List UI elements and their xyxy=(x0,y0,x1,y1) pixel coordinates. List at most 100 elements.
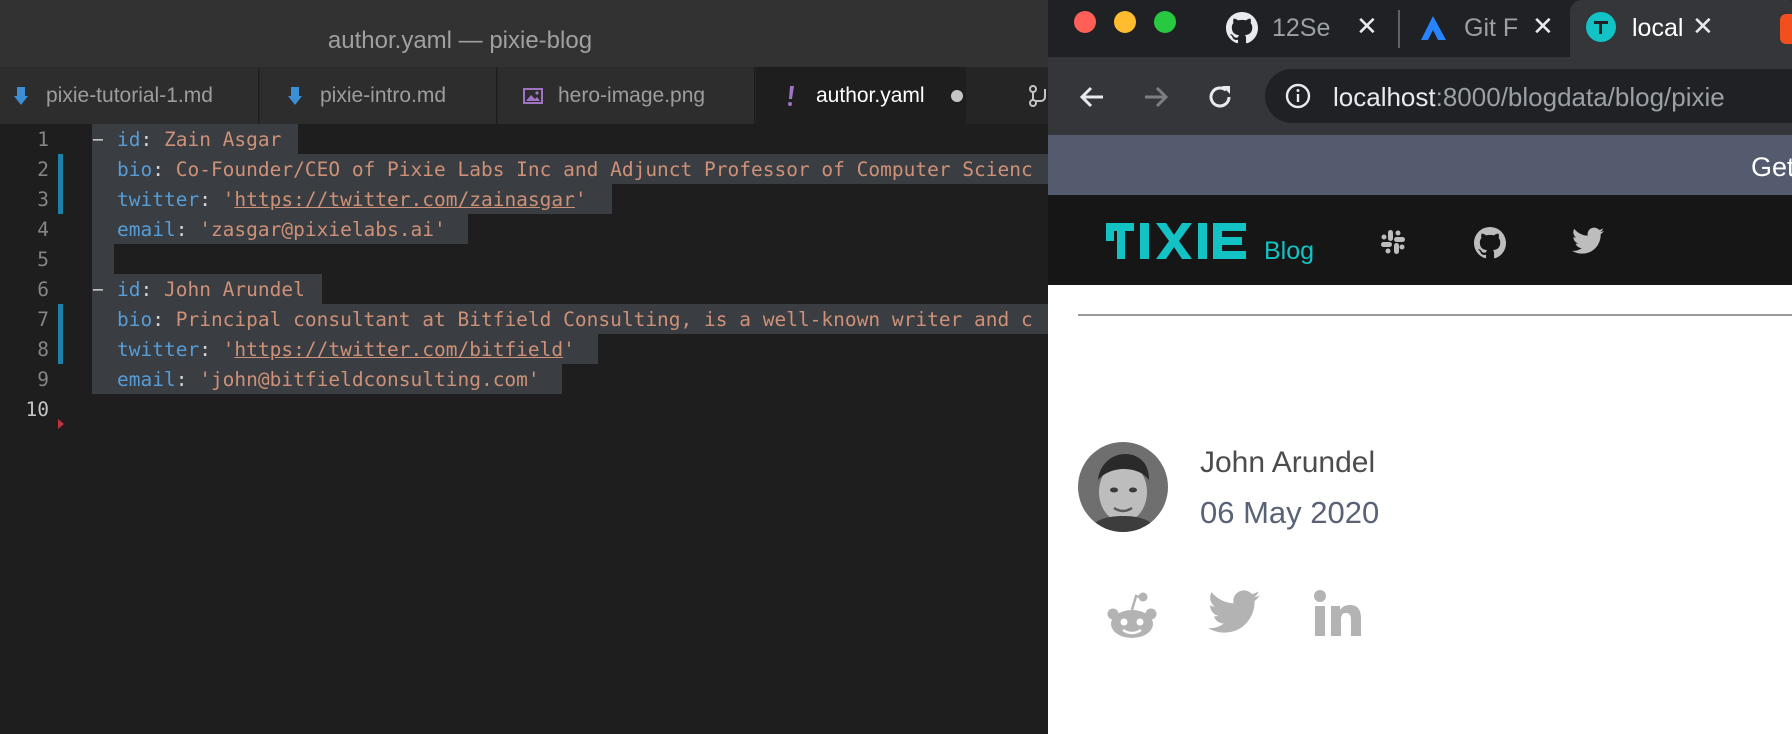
yaml-key: twitter xyxy=(117,188,200,211)
slack-icon[interactable] xyxy=(1378,227,1408,257)
yaml-entry: bio: Co-Founder/CEO of Pixie Labs Inc an… xyxy=(117,158,1033,181)
github-icon[interactable] xyxy=(1474,227,1507,259)
close-tab-icon[interactable]: ✕ xyxy=(1356,11,1378,42)
yaml-icon xyxy=(780,85,802,107)
atlassian-icon xyxy=(1420,14,1448,49)
tab-title: 12Se xyxy=(1272,14,1331,42)
site-info-icon[interactable] xyxy=(1285,83,1311,114)
code-line[interactable]: 8 twitter: 'https://twitter.com/bitfield… xyxy=(0,334,1048,364)
yaml-entry: email: 'zasgar@pixielabs.ai' xyxy=(117,218,446,241)
yaml-value: Co-Founder/CEO of Pixie Labs Inc and Adj… xyxy=(175,158,1033,181)
tab-title: Git F xyxy=(1464,14,1519,42)
figma-tab-icon[interactable] xyxy=(1780,14,1792,44)
yaml-link[interactable]: https://twitter.com/bitfield xyxy=(234,338,563,361)
announcement-banner[interactable]: Get xyxy=(1048,135,1792,195)
linkedin-icon[interactable] xyxy=(1314,590,1366,642)
line-number: 8 xyxy=(37,338,49,361)
line-number: 10 xyxy=(25,398,49,421)
yaml-entry: twitter: 'https://twitter.com/bitfield' xyxy=(117,338,575,361)
line-number: 6 xyxy=(37,278,49,301)
editor-tab-bar: pixie-tutorial-1.md pixie-intro.md hero-… xyxy=(0,67,1048,124)
close-tab-icon[interactable]: ✕ xyxy=(1532,11,1554,42)
browser-tab-localhost[interactable]: local ✕ xyxy=(1570,0,1792,57)
url-host: localhost xyxy=(1333,82,1436,112)
content-divider xyxy=(1078,314,1792,316)
fold-marker-icon[interactable]: − xyxy=(92,128,104,151)
close-window-button[interactable] xyxy=(1074,11,1096,33)
yaml-key: bio xyxy=(117,308,153,331)
code-line[interactable]: 4 email: 'zasgar@pixielabs.ai' xyxy=(0,214,1048,244)
line-number: 7 xyxy=(37,308,49,331)
yaml-value: Principal consultant at Bitfield Consult… xyxy=(175,308,1033,331)
code-line[interactable]: 5 xyxy=(0,244,1048,274)
reddit-icon[interactable] xyxy=(1106,590,1158,642)
close-tab-icon[interactable]: ✕ xyxy=(1692,11,1714,42)
yaml-entry: bio: Principal consultant at Bitfield Co… xyxy=(117,308,1033,331)
code-line[interactable]: 2 bio: Co-Founder/CEO of Pixie Labs Inc … xyxy=(0,154,1048,184)
yaml-entry: id: Zain Asgar xyxy=(117,128,282,151)
yaml-entry: id: John Arundel xyxy=(117,278,305,301)
tab-pixie-intro[interactable]: pixie-intro.md xyxy=(260,67,497,124)
browser-window: 12Se ✕ Git F ✕ local ✕ localhost:8000/bl… xyxy=(1048,0,1792,734)
publish-date: 06 May 2020 xyxy=(1200,495,1380,530)
tab-author-yaml[interactable]: author.yaml xyxy=(756,67,966,124)
yaml-entry: twitter: 'https://twitter.com/zainasgar' xyxy=(117,188,587,211)
code-area[interactable]: 1 − id: Zain Asgar 2 bio: Co-Founder/CEO… xyxy=(0,124,1048,734)
yaml-key: id xyxy=(117,128,141,151)
author-avatar xyxy=(1078,442,1168,532)
browser-toolbar: localhost:8000/blogdata/blog/pixie xyxy=(1048,57,1792,135)
yaml-link[interactable]: https://twitter.com/zainasgar xyxy=(234,188,574,211)
line-number: 9 xyxy=(37,368,49,391)
tab-label: pixie-tutorial-1.md xyxy=(46,83,213,107)
fold-marker-icon[interactable]: − xyxy=(92,278,104,301)
tab-label: author.yaml xyxy=(816,83,925,107)
browser-tab-github[interactable]: 12Se ✕ xyxy=(1226,0,1416,57)
pixie-logo[interactable] xyxy=(1106,221,1246,266)
announcement-text: Get xyxy=(1751,152,1792,182)
code-line[interactable]: 10 xyxy=(0,394,1048,429)
code-line[interactable]: 6 − id: John Arundel xyxy=(0,274,1048,304)
reload-button[interactable] xyxy=(1202,79,1238,115)
forward-button[interactable] xyxy=(1138,79,1174,115)
tab-hero-image[interactable]: hero-image.png xyxy=(498,67,755,124)
author-name[interactable]: John Arundel xyxy=(1200,446,1375,480)
image-icon xyxy=(522,87,544,104)
maximize-window-button[interactable] xyxy=(1154,11,1176,33)
pixie-favicon-icon xyxy=(1586,12,1616,49)
selection-highlight xyxy=(92,244,114,274)
tab-pixie-tutorial-1[interactable]: pixie-tutorial-1.md xyxy=(0,67,259,124)
back-button[interactable] xyxy=(1074,79,1110,115)
code-editor-window: author.yaml — pixie-blog pixie-tutorial-… xyxy=(0,0,1048,734)
yaml-key: twitter xyxy=(117,338,200,361)
browser-tab-atlassian[interactable]: Git F ✕ xyxy=(1410,0,1595,57)
line-number: 4 xyxy=(37,218,49,241)
tab-label: hero-image.png xyxy=(558,83,706,107)
yaml-value: john@bitfieldconsulting.com xyxy=(210,368,528,391)
code-line[interactable]: 1 − id: Zain Asgar xyxy=(0,124,1048,154)
markdown-icon xyxy=(284,86,306,105)
markdown-icon xyxy=(10,86,32,105)
twitter-icon[interactable] xyxy=(1208,590,1260,642)
code-line[interactable]: 7 bio: Principal consultant at Bitfield … xyxy=(0,304,1048,334)
source-control-icon[interactable] xyxy=(1028,84,1048,113)
tab-title: local xyxy=(1632,14,1684,42)
twitter-icon[interactable] xyxy=(1572,227,1604,257)
yaml-key: id xyxy=(117,278,141,301)
blog-nav-link[interactable]: Blog xyxy=(1264,237,1314,266)
yaml-value: zasgar@pixielabs.ai xyxy=(210,218,434,241)
yaml-value: Zain Asgar xyxy=(163,128,282,151)
yaml-entry: email: 'john@bitfieldconsulting.com' xyxy=(117,368,540,391)
code-line[interactable]: 3 twitter: 'https://twitter.com/zainasga… xyxy=(0,184,1048,214)
yaml-key: email xyxy=(117,218,176,241)
tab-label: pixie-intro.md xyxy=(320,83,447,107)
git-modified-bar xyxy=(58,334,63,364)
editor-window-title: author.yaml — pixie-blog xyxy=(327,27,593,54)
line-number: 1 xyxy=(37,128,49,151)
code-line[interactable]: 9 email: 'john@bitfieldconsulting.com' xyxy=(0,364,1048,394)
url-text[interactable]: localhost:8000/blogdata/blog/pixie xyxy=(1333,82,1725,113)
minimize-window-button[interactable] xyxy=(1114,11,1136,33)
github-icon xyxy=(1226,12,1259,51)
deleted-lines-marker-icon[interactable] xyxy=(58,419,64,429)
git-modified-bar xyxy=(58,154,63,184)
address-bar[interactable]: localhost:8000/blogdata/blog/pixie xyxy=(1265,69,1792,123)
